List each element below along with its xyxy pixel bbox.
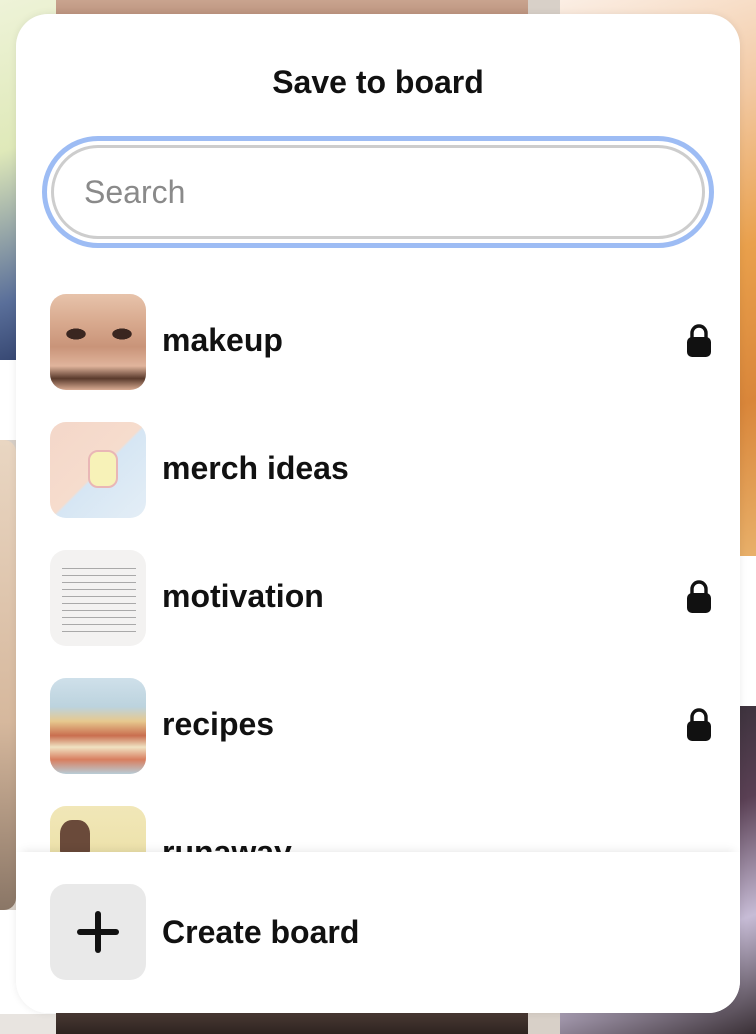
- search-input[interactable]: [51, 145, 705, 239]
- dialog-title: Save to board: [272, 64, 484, 100]
- board-row-recipes[interactable]: recipes: [50, 678, 711, 774]
- board-list[interactable]: makeup merch ideas motivation recipes ru…: [16, 286, 740, 852]
- board-thumbnail: [50, 550, 146, 646]
- board-name: recipes: [162, 706, 275, 742]
- board-row-makeup[interactable]: makeup: [50, 294, 711, 390]
- background-pin-image: [0, 1014, 56, 1034]
- create-board-footer: Create board: [16, 852, 740, 1013]
- board-row-runaway[interactable]: runaway: [50, 806, 710, 852]
- lock-icon: [687, 580, 711, 613]
- board-name: runaway: [162, 834, 292, 852]
- board-name: motivation: [162, 578, 324, 614]
- board-row-motivation[interactable]: motivation: [50, 550, 711, 646]
- lock-icon: [687, 324, 711, 357]
- plus-icon: [77, 911, 119, 953]
- board-thumbnail: [50, 422, 146, 518]
- create-board-button[interactable]: [50, 884, 146, 980]
- board-row-merch-ideas[interactable]: merch ideas: [50, 422, 710, 518]
- search-focus-ring: [42, 136, 714, 248]
- create-board-label[interactable]: Create board: [162, 914, 359, 951]
- board-name: makeup: [162, 322, 283, 358]
- board-thumbnail: [50, 678, 146, 774]
- board-thumbnail: [50, 806, 146, 852]
- board-thumbnail: [50, 294, 146, 390]
- save-to-board-dialog: Save to board makeup merch ideas motivat…: [16, 14, 740, 1013]
- lock-icon: [687, 708, 711, 741]
- board-name: merch ideas: [162, 450, 349, 486]
- background-pin-image: [0, 440, 16, 910]
- background-pin-image: [56, 1012, 528, 1034]
